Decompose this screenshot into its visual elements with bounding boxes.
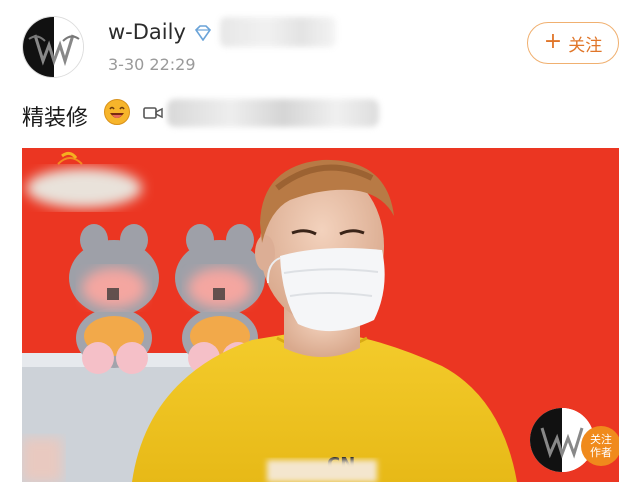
laughing-emoji-icon [104,99,130,125]
watermark-follow-badge: 关注 作者 [581,426,619,466]
blurred-video-link[interactable] [167,99,379,127]
plus-icon: + [543,29,563,54]
avatar-logo [23,17,83,77]
follow-label: 关注 [568,35,603,56]
blurred-source-label [220,17,336,47]
avatar[interactable] [22,16,84,78]
post-image[interactable]: CN 关注 作者 [22,148,619,482]
post-text: 精装修 [22,106,89,131]
diamond-icon [194,25,212,41]
video-link-icon[interactable] [143,105,163,121]
post-timestamp: 3-30 22:29 [108,55,196,74]
post-photo: CN [22,148,619,482]
follow-button[interactable]: + 关注 [527,22,619,64]
username[interactable]: w-Daily [108,20,186,44]
